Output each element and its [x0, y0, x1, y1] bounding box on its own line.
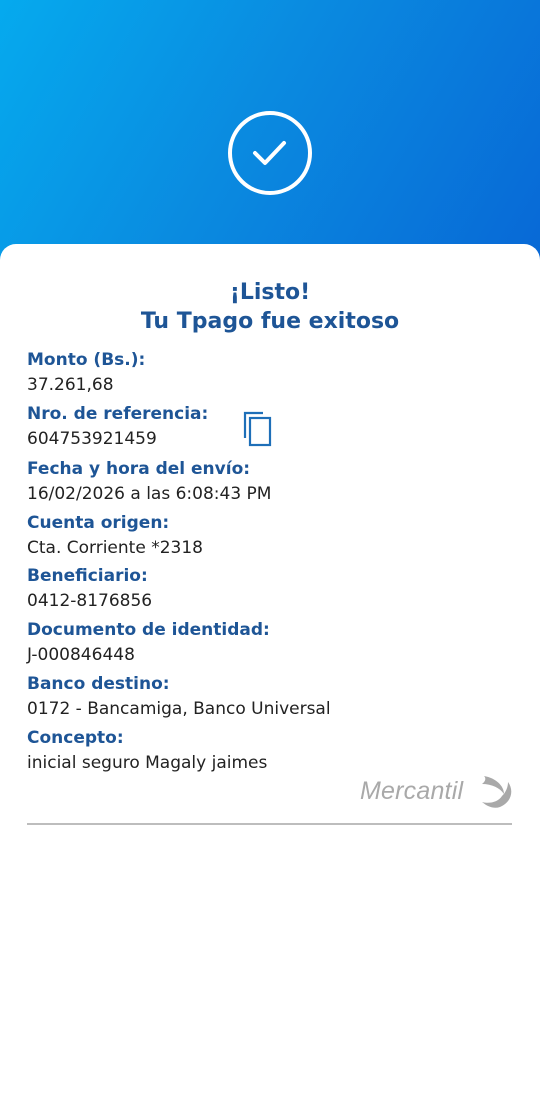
field-value: Cta. Corriente *2318: [27, 538, 203, 558]
field-label: Beneficiario:: [27, 566, 148, 586]
field-value: 0412-8176856: [27, 591, 153, 611]
divider: [27, 823, 512, 825]
field-value: J-000846448: [27, 645, 135, 665]
field-value: 37.261,68: [27, 375, 114, 395]
copy-icon[interactable]: [243, 411, 273, 447]
field-label: Cuenta origen:: [27, 513, 170, 533]
success-header: [0, 0, 540, 270]
logo-text: Mercantil: [360, 777, 464, 805]
mercantil-logo: Mercantil: [360, 771, 516, 811]
field-label: Documento de identidad:: [27, 620, 270, 640]
field-source-account: Cuenta origen: Cta. Corriente *2318: [27, 513, 507, 558]
field-value: 16/02/2026 a las 6:08:43 PM: [27, 484, 272, 504]
check-icon: [228, 111, 312, 195]
field-id-document: Documento de identidad: J-000846448: [27, 620, 507, 665]
field-label: Banco destino:: [27, 674, 170, 694]
field-label: Fecha y hora del envío:: [27, 459, 251, 479]
success-title: ¡Listo!: [229, 280, 311, 305]
field-destination-bank: Banco destino: 0172 - Bancamiga, Banco U…: [27, 674, 507, 719]
field-label: Concepto:: [27, 728, 124, 748]
field-label: Monto (Bs.):: [27, 350, 146, 370]
field-datetime: Fecha y hora del envío: 16/02/2026 a las…: [27, 459, 507, 504]
field-beneficiary: Beneficiario: 0412-8176856: [27, 566, 507, 611]
field-value: inicial seguro Magaly jaimes: [27, 753, 268, 773]
mercantil-emblem-icon: [482, 776, 512, 808]
field-value: 0172 - Bancamiga, Banco Universal: [27, 699, 331, 719]
field-concept: Concepto: inicial seguro Magaly jaimes: [27, 728, 507, 773]
field-amount: Monto (Bs.): 37.261,68: [27, 350, 507, 395]
receipt-card: ¡Listo! Tu Tpago fue exitoso Monto (Bs.)…: [0, 244, 540, 1113]
success-subtitle: Tu Tpago fue exitoso: [140, 309, 400, 334]
